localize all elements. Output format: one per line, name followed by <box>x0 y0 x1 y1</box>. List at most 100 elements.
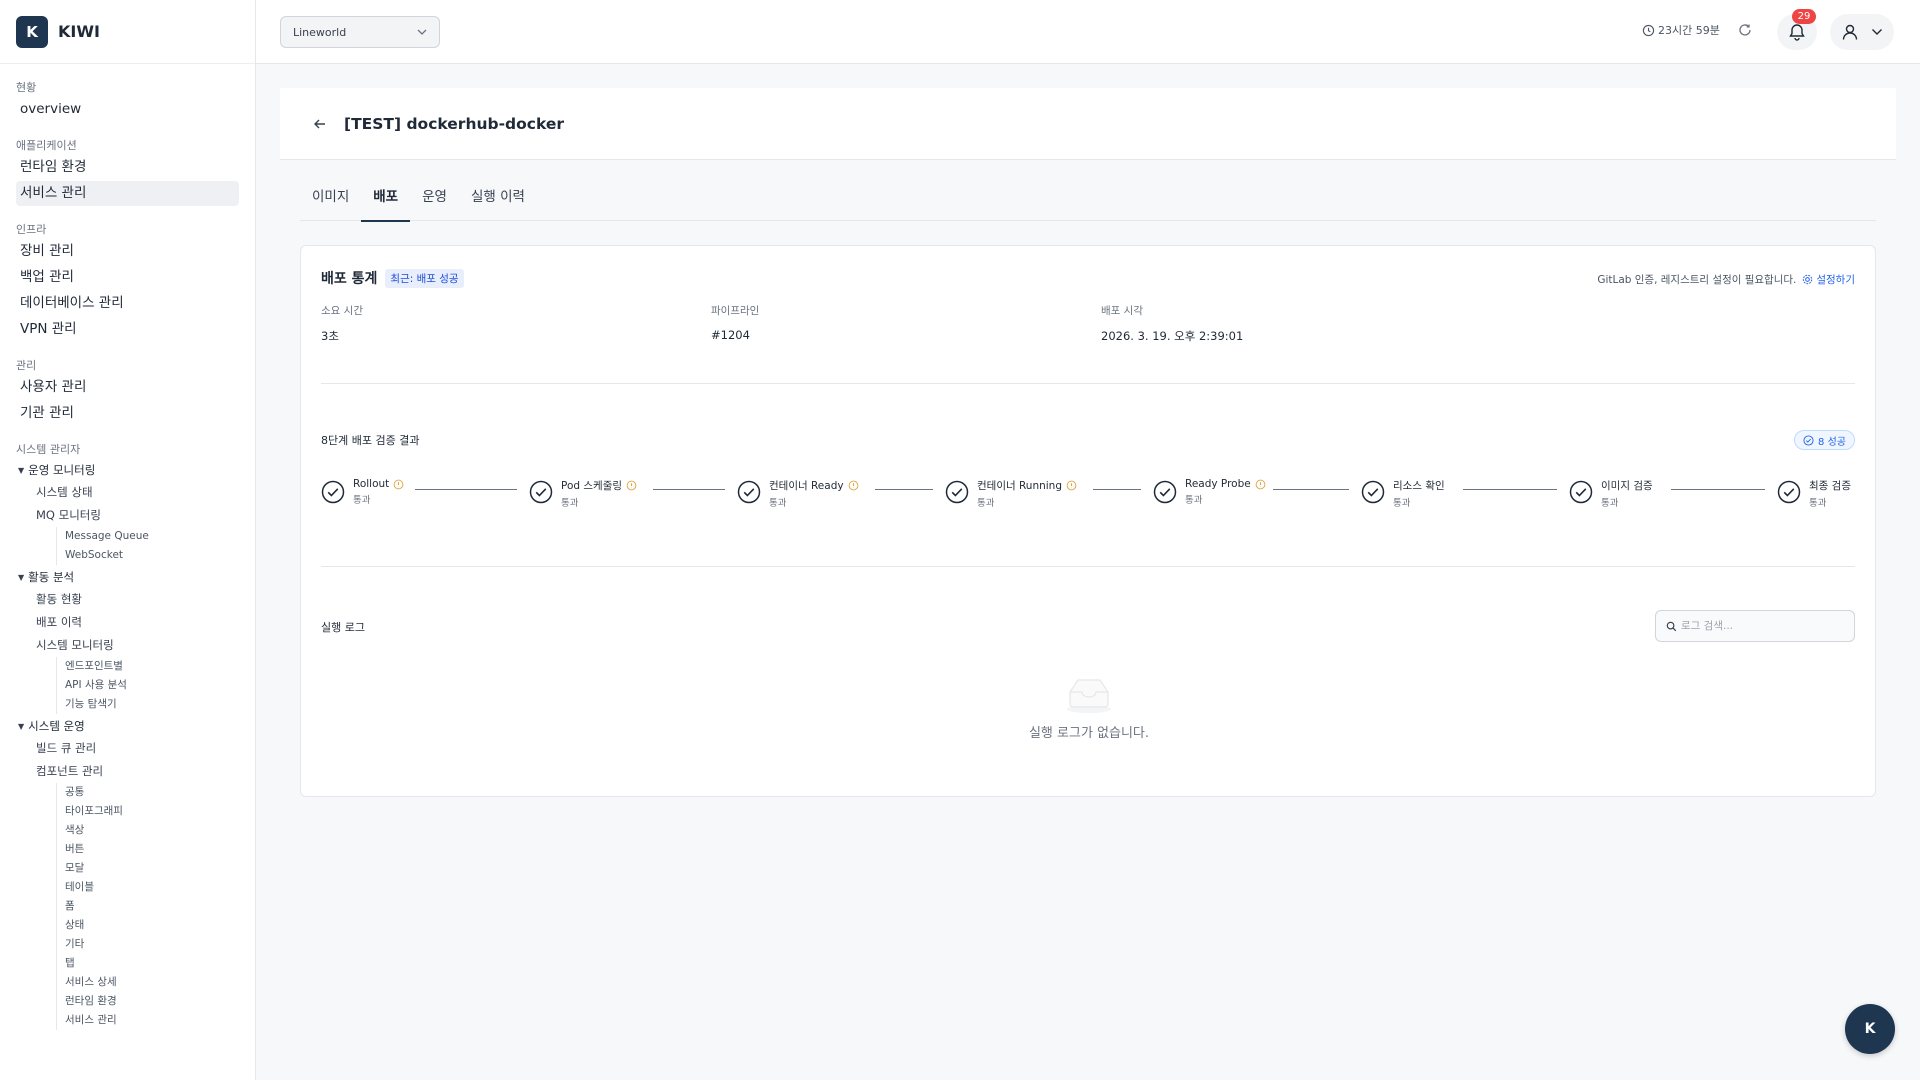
sidebar-section-label: 활동 분석 <box>28 570 75 584</box>
user-menu[interactable] <box>1830 14 1894 50</box>
check-circle-icon <box>1777 480 1801 504</box>
bell-icon <box>1789 24 1805 41</box>
nav-group-infra: 인프라 <box>16 223 47 236</box>
sidebar-item-activity-status[interactable]: 활동 현황 <box>16 588 239 611</box>
sidebar-item-users[interactable]: 사용자 관리 <box>16 375 239 400</box>
empty-state-text: 실행 로그가 없습니다. <box>1028 726 1150 741</box>
check-circle-icon <box>1361 480 1385 504</box>
tab-deploy[interactable]: 배포 <box>361 184 410 222</box>
sidebar-nav: 현황 overview 애플리케이션 런타임 환경 서비스 관리 인프라 장비 … <box>0 80 255 1030</box>
sidebar-item-vpn[interactable]: VPN 관리 <box>16 317 239 342</box>
brand[interactable]: K KIWI <box>0 0 255 64</box>
sidebar-item-feature-explorer[interactable]: 기능 탐색기 <box>57 695 239 714</box>
tab-run-history[interactable]: 실행 이력 <box>459 184 537 221</box>
sidebar-item-leaf[interactable]: 탭 <box>57 954 239 973</box>
sidebar-item-orgs[interactable]: 기관 관리 <box>16 401 239 426</box>
tab-image[interactable]: 이미지 <box>300 184 361 221</box>
project-select[interactable]: Lineworld <box>280 16 440 48</box>
sidebar-item-mq-monitoring[interactable]: MQ 모니터링 <box>16 504 239 527</box>
sidebar-item-leaf[interactable]: 타이포그래피 <box>57 802 239 821</box>
sidebar-section-system-ops[interactable]: ▼ 시스템 운영 <box>16 716 239 737</box>
assistant-button[interactable]: K <box>1845 1004 1895 1054</box>
nav-group-application: 애플리케이션 <box>16 139 77 152</box>
sidebar-item-endpoint[interactable]: 엔드포인트별 <box>57 657 239 676</box>
refresh-icon[interactable] <box>1737 22 1753 38</box>
sidebar-item-leaf[interactable]: 버튼 <box>57 840 239 859</box>
stat-value: #1204 <box>711 328 750 342</box>
sidebar-item-system-status[interactable]: 시스템 상태 <box>16 481 239 504</box>
check-circle-icon <box>321 480 345 504</box>
clock-icon <box>1642 24 1655 36</box>
gitlab-note-text: GitLab 인증, 레지스트리 설정이 필요합니다. <box>1597 274 1797 286</box>
step-name-row: 컨테이너 Running <box>977 478 1077 493</box>
sidebar-item-leaf[interactable]: 모달 <box>57 859 239 878</box>
sidebar-item-deploy-history[interactable]: 배포 이력 <box>16 611 239 634</box>
verification-step: 컨테이너 Ready 통과 <box>737 478 859 509</box>
sidebar-item-leaf[interactable]: 서비스 관리 <box>57 1011 239 1030</box>
back-arrow-icon[interactable] <box>310 114 330 134</box>
sidebar-item-component[interactable]: 컴포넌트 관리 <box>16 760 239 783</box>
sidebar-section-activity[interactable]: ▼ 활동 분석 <box>16 567 239 588</box>
stat-deploy-time: 배포 시각 2026. 3. 19. 오후 2:39:01 <box>1101 303 1243 344</box>
stat-duration: 소요 시간 3초 <box>321 303 363 344</box>
setup-link[interactable]: 설정하기 <box>1802 272 1855 287</box>
verification-title: 8단계 배포 검증 결과 <box>321 434 420 447</box>
info-icon[interactable] <box>1066 480 1077 491</box>
sidebar-leaf-group: 엔드포인트별 API 사용 분석 기능 탐색기 <box>56 657 239 714</box>
page-title: [TEST] dockerhub-docker <box>344 114 565 133</box>
tab-operation[interactable]: 운영 <box>410 184 459 221</box>
sidebar-section-ops-monitoring[interactable]: ▼ 운영 모니터링 <box>16 460 239 481</box>
success-count-badge: 8 성공 <box>1794 430 1855 450</box>
sidebar-item-leaf[interactable]: 서비스 상세 <box>57 973 239 992</box>
step-name-row: Rollout <box>353 478 404 490</box>
sidebar-item-leaf[interactable]: 런타임 환경 <box>57 992 239 1011</box>
stat-label: 파이프라인 <box>711 305 760 317</box>
divider <box>321 383 1855 384</box>
sidebar-item-api-usage[interactable]: API 사용 분석 <box>57 676 239 695</box>
sidebar-item-message-queue[interactable]: Message Queue <box>57 527 239 546</box>
gear-icon <box>1803 274 1813 285</box>
setup-link-label: 설정하기 <box>1816 274 1855 286</box>
sidebar-item-system-monitoring[interactable]: 시스템 모니터링 <box>16 634 239 657</box>
sidebar-item-leaf[interactable]: 상태 <box>57 916 239 935</box>
gitlab-setup-notice: GitLab 인증, 레지스트리 설정이 필요합니다. 설정하기 <box>1597 272 1855 287</box>
user-avatar-icon <box>1842 24 1858 40</box>
sidebar-leaf-group: 공통 타이포그래피 색상 버튼 모달 테이블 폼 상태 기타 탭 서비스 상세 … <box>56 783 239 1030</box>
brand-name: KIWI <box>58 22 100 41</box>
project-select-value: Lineworld <box>293 25 347 39</box>
step-name: Pod 스케줄링 <box>561 480 623 492</box>
check-circle-icon <box>1803 434 1814 446</box>
sidebar-leaf-group: Message Queue WebSocket <box>56 527 239 565</box>
sidebar-item-build-queue[interactable]: 빌드 큐 관리 <box>16 737 239 760</box>
session-time-text: 23시간 59분 <box>1658 24 1720 37</box>
sidebar-item-leaf[interactable]: 폼 <box>57 897 239 916</box>
sidebar-item-runtime[interactable]: 런타임 환경 <box>16 155 239 180</box>
step-status: 통과 <box>1393 498 1411 509</box>
info-icon[interactable] <box>626 480 637 491</box>
nav-group-sysadmin: 시스템 관리자 <box>16 443 81 456</box>
sidebar-item-equipment[interactable]: 장비 관리 <box>16 239 239 264</box>
deploy-stats-title: 배포 통계 <box>321 271 378 287</box>
verification-step: 리소스 확인 통과 <box>1361 478 1445 509</box>
info-icon[interactable] <box>393 479 404 490</box>
sidebar-item-leaf[interactable]: 기타 <box>57 935 239 954</box>
empty-inbox-icon <box>1067 679 1111 713</box>
check-circle-icon <box>1153 480 1177 504</box>
stat-pipeline: 파이프라인 #1204 <box>711 303 759 342</box>
step-name-row: 리소스 확인 <box>1393 478 1445 493</box>
sidebar-item-database[interactable]: 데이터베이스 관리 <box>16 291 239 316</box>
verification-step: Rollout 통과 <box>321 478 404 506</box>
page-header: [TEST] dockerhub-docker <box>280 88 1896 160</box>
sidebar-item-overview[interactable]: overview <box>16 97 239 122</box>
nav-group-status: 현황 <box>16 81 37 94</box>
sidebar-item-leaf[interactable]: 공통 <box>57 783 239 802</box>
log-search-input[interactable] <box>1681 620 1841 632</box>
sidebar-item-leaf[interactable]: 색상 <box>57 821 239 840</box>
sidebar-item-websocket[interactable]: WebSocket <box>57 546 239 565</box>
info-icon[interactable] <box>1255 479 1266 490</box>
sidebar-item-leaf[interactable]: 테이블 <box>57 878 239 897</box>
step-name: 컨테이너 Ready <box>769 480 844 492</box>
sidebar-item-backup[interactable]: 백업 관리 <box>16 265 239 290</box>
info-icon[interactable] <box>848 480 859 491</box>
sidebar-item-service[interactable]: 서비스 관리 <box>16 181 239 206</box>
